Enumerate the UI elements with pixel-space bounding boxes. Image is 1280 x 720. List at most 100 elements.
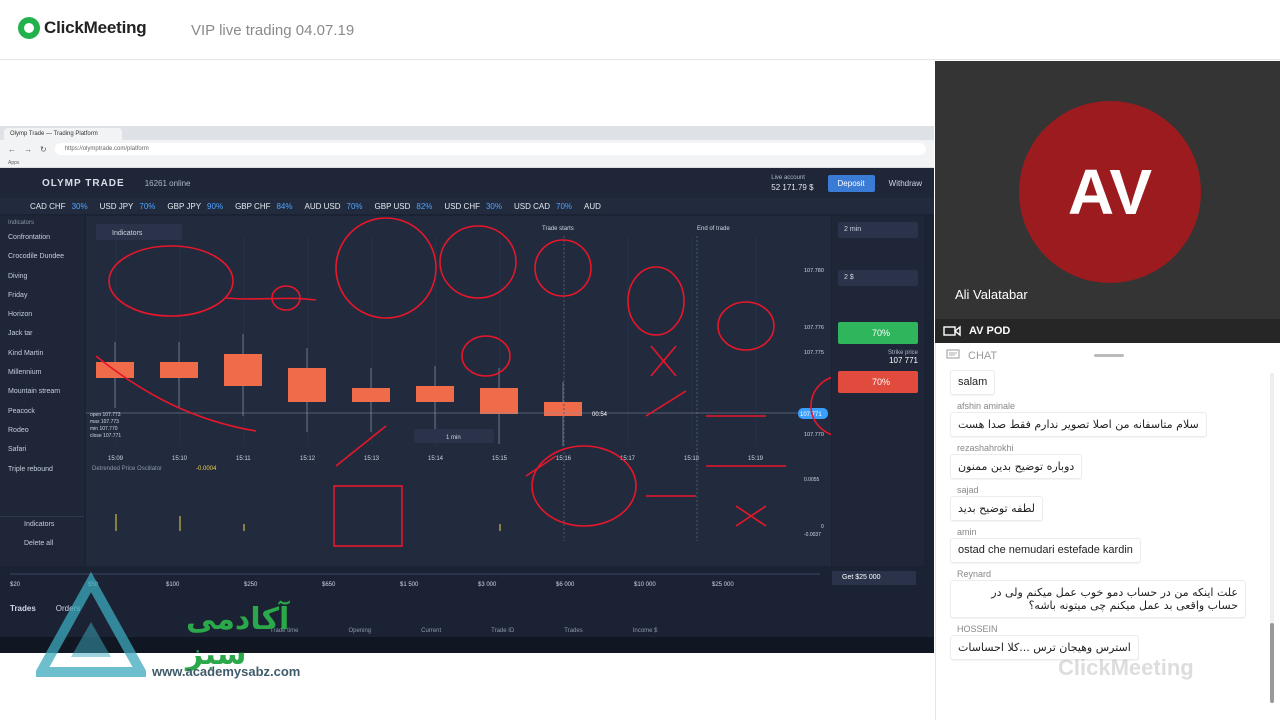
history-column-header: Opening — [348, 628, 372, 634]
av-pod-bar[interactable]: AV POD — [935, 319, 1280, 343]
sidebar-delete-all-button[interactable]: Delete all — [0, 536, 84, 555]
chat-message-text: لطفه توضیح بدید — [950, 496, 1044, 521]
strategy-item[interactable]: Horizon — [0, 307, 84, 326]
asset-tabs: CAD CHF 30% USD JPY 70% GBP JPY 90% GBP CHF 84%… — [0, 198, 934, 214]
amount-input[interactable]: 2 $ — [838, 270, 918, 286]
time-tick-label: 15:10 — [172, 456, 188, 462]
asset-name: USD CHF — [444, 201, 480, 211]
chat-title: CHAT — [968, 350, 998, 362]
asset-tab[interactable]: USD CAD 70% — [514, 202, 572, 211]
chat-message-text: علت اینکه من در حساب دمو خوب عمل میکنم و… — [950, 580, 1246, 618]
asset-name: USD JPY — [99, 201, 134, 211]
asset-tab[interactable]: AUD USD 70% — [305, 202, 363, 211]
amount-tick-label: $3 000 — [478, 582, 497, 588]
amount-tick-label: $25 000 — [712, 582, 734, 588]
asset-tab[interactable]: USD CHF 30% — [444, 202, 502, 211]
strategy-item[interactable]: Jack tar — [0, 326, 84, 345]
clickmeeting-watermark: ClickMeeting — [1058, 655, 1194, 680]
deposit-button[interactable]: Deposit — [827, 174, 875, 192]
strategy-item[interactable]: Mountain stream — [0, 384, 84, 403]
price-tick-label: 107.776 — [804, 325, 824, 331]
browser-tab[interactable]: Olymp Trade — Trading Platform — [4, 128, 122, 140]
withdraw-button[interactable]: Withdraw — [889, 179, 922, 188]
asset-name: CAD CHF — [30, 201, 66, 211]
online-count: 16261 online — [144, 178, 191, 188]
balance-value: 52 171.79 $ — [771, 183, 814, 192]
clickmeeting-logo: ClickMeeting — [18, 17, 147, 39]
chat-scroll-thumb[interactable] — [1270, 623, 1274, 703]
candle — [544, 402, 582, 416]
strategy-sidebar: Indicators Confrontation Crocodile Dundee… — [0, 216, 84, 576]
end-of-trade-label: End of trade — [697, 226, 730, 232]
strategy-item[interactable]: Triple rebound — [0, 462, 84, 481]
watermark-brand: آکادمی سبز — [186, 602, 290, 672]
down-button[interactable]: 70% — [838, 371, 918, 393]
amount-tick-label: $1 500 — [400, 582, 419, 588]
strategy-item[interactable]: Diving — [0, 269, 84, 288]
history-column-header: Income $ — [632, 628, 658, 634]
asset-payout: 84% — [276, 201, 293, 211]
strategy-item[interactable]: Safari — [0, 442, 84, 461]
asset-tab[interactable]: GBP CHF 84% — [235, 202, 292, 211]
indicators-button-label: Indicators — [112, 230, 143, 237]
history-column-header: Current — [421, 628, 442, 634]
chat-author: HOSSEIN — [957, 624, 998, 634]
get-amount-button[interactable]: Get $25 000 — [832, 571, 916, 585]
strategy-item[interactable]: Crocodile Dundee — [0, 249, 84, 268]
asset-name: AUD USD — [304, 201, 341, 211]
strategy-list: Confrontation Crocodile Dundee Diving Frida… — [0, 230, 84, 481]
chat-author: sajad — [957, 485, 979, 495]
chart-svg: 15:09 15:10 15:11 15:12 15:13 15:14 15:15 15:16… — [86, 217, 872, 547]
chat-message-text: سلام متاسفانه من اصلا تصویر ندارم فقط صد… — [950, 412, 1207, 437]
sidebar-bottom: Indicators Delete all — [0, 516, 84, 556]
asset-tab[interactable]: USD JPY 70% — [100, 202, 156, 211]
forward-arrow-icon[interactable]: → — [24, 145, 32, 154]
candle-max: max 107.773 — [90, 419, 119, 425]
chat-message: rezashahrokhi دوباره توضیح بدین ممنون — [950, 443, 1260, 479]
strategy-item[interactable]: Confrontation — [0, 230, 84, 249]
platform-brand: OLYMP TRADE — [42, 177, 125, 189]
back-arrow-icon[interactable]: ← — [8, 145, 16, 154]
osc-scale-mid: 0 — [821, 524, 824, 530]
asset-tab[interactable]: CAD CHF 30% — [30, 202, 88, 211]
account-balance[interactable]: Live account 52 171.79 $ — [771, 174, 813, 192]
asset-tab[interactable]: GBP JPY 90% — [167, 202, 223, 211]
url-field[interactable]: https://olymptrade.com/platform — [54, 143, 926, 155]
oscillator-label: Detrended Price Oscillator — [92, 466, 162, 472]
chat-message: afshin aminale سلام متاسفانه من اصلا تصوی… — [950, 401, 1260, 437]
up-button[interactable]: 70% — [838, 322, 918, 344]
strategy-item[interactable]: Peacock — [0, 404, 84, 423]
time-tick-label: 15:14 — [428, 456, 444, 462]
tab-trades[interactable]: Trades — [10, 604, 36, 613]
candle — [288, 368, 326, 402]
strategy-item[interactable]: Friday — [0, 288, 84, 307]
duration-selector[interactable]: 2 min — [838, 222, 918, 238]
strategy-item[interactable]: Rodeo — [0, 423, 84, 442]
candle — [416, 386, 454, 402]
asset-payout: 90% — [207, 201, 224, 211]
time-tick-label: 15:09 — [108, 456, 124, 462]
time-tick-label: 15:15 — [492, 456, 508, 462]
price-chart[interactable]: 15:09 15:10 15:11 15:12 15:13 15:14 15:15 15:16… — [86, 216, 872, 566]
academy-sabz-watermark: آکادمی سبز www.academysabz.com — [36, 572, 336, 682]
strategy-item[interactable]: Millennium — [0, 365, 84, 384]
strategy-item[interactable]: Kind Martin — [0, 346, 84, 365]
platform-header: OLYMP TRADE 16261 online Live account 52… — [0, 168, 934, 198]
browser-address-bar: ← → ↻ https://olymptrade.com/platform — [0, 140, 934, 158]
avatar: AV — [1019, 101, 1201, 283]
panel-resize-handle[interactable] — [1094, 354, 1124, 357]
live-account-label: Live account — [771, 175, 805, 181]
reload-icon[interactable]: ↻ — [40, 145, 47, 154]
sidebar-indicators-button[interactable]: Indicators — [0, 517, 84, 536]
osc-scale-bottom: -0.0037 — [804, 532, 821, 538]
candle — [352, 388, 390, 402]
asset-tab[interactable]: GBP USD 82% — [375, 202, 433, 211]
asset-payout: 82% — [416, 201, 433, 211]
asset-tab[interactable]: AUD — [584, 202, 607, 211]
handwritten-annotations — [95, 217, 872, 547]
bookmarks-bar[interactable]: Apps — [0, 158, 934, 168]
asset-name: GBP CHF — [235, 201, 271, 211]
strike-price-value: 107 771 — [889, 356, 918, 365]
chat-message: salam — [950, 370, 1260, 395]
chat-message: sajad لطفه توضیح بدید — [950, 485, 1260, 521]
